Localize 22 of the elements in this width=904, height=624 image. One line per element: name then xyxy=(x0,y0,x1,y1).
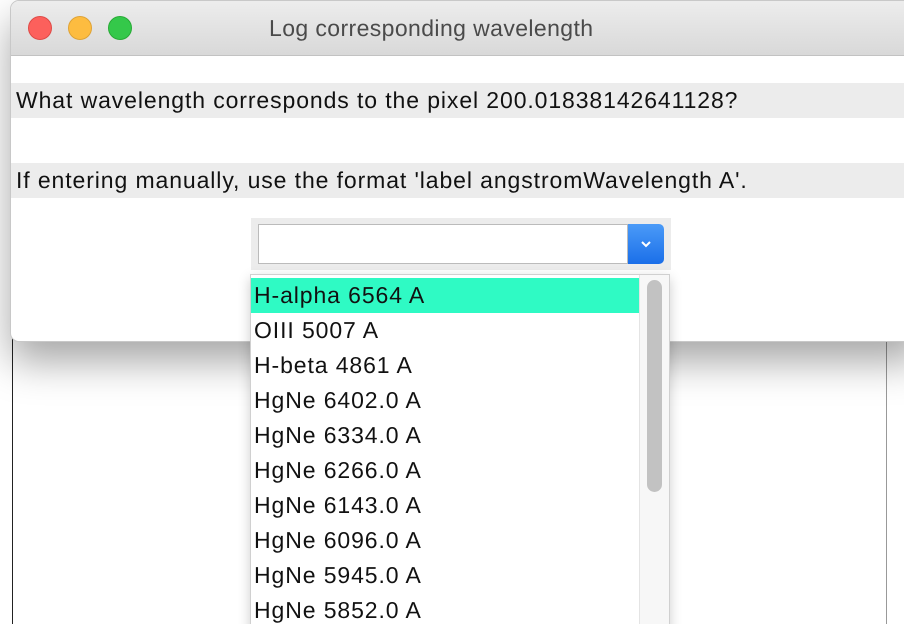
list-option[interactable]: HgNe 5852.0 A xyxy=(251,593,639,624)
list-option[interactable]: HgNe 6096.0 A xyxy=(251,523,639,558)
list-option[interactable]: H-alpha 6564 A xyxy=(251,278,639,313)
minimize-icon[interactable] xyxy=(68,16,92,40)
prompt-label: What wavelength corresponds to the pixel 200.01838142641128? xyxy=(11,83,904,118)
list-option[interactable]: HgNe 6334.0 A xyxy=(251,418,639,453)
window-title: Log corresponding wavelength xyxy=(269,15,594,42)
list-option[interactable]: OIII 5007 A xyxy=(251,313,639,348)
prompt-label: If entering manually, use the format 'label angstromWavelength A'. xyxy=(11,163,904,198)
combo-box[interactable] xyxy=(251,218,671,270)
list-option[interactable]: HgNe 6143.0 A xyxy=(251,488,639,523)
dropdown-button[interactable] xyxy=(628,224,664,264)
list-option[interactable]: HgNe 6266.0 A xyxy=(251,453,639,488)
chevron-icon xyxy=(639,239,653,249)
scrollbar-thumb[interactable] xyxy=(647,280,662,492)
combo-field[interactable] xyxy=(258,224,628,264)
list-option[interactable]: H-beta 4861 A xyxy=(251,348,639,383)
scrollbar[interactable] xyxy=(639,275,669,624)
list-option[interactable]: HgNe 6402.0 A xyxy=(251,383,639,418)
list-option[interactable]: HgNe 5945.0 A xyxy=(251,558,639,593)
zoom-icon[interactable] xyxy=(108,16,132,40)
close-icon[interactable] xyxy=(28,16,52,40)
